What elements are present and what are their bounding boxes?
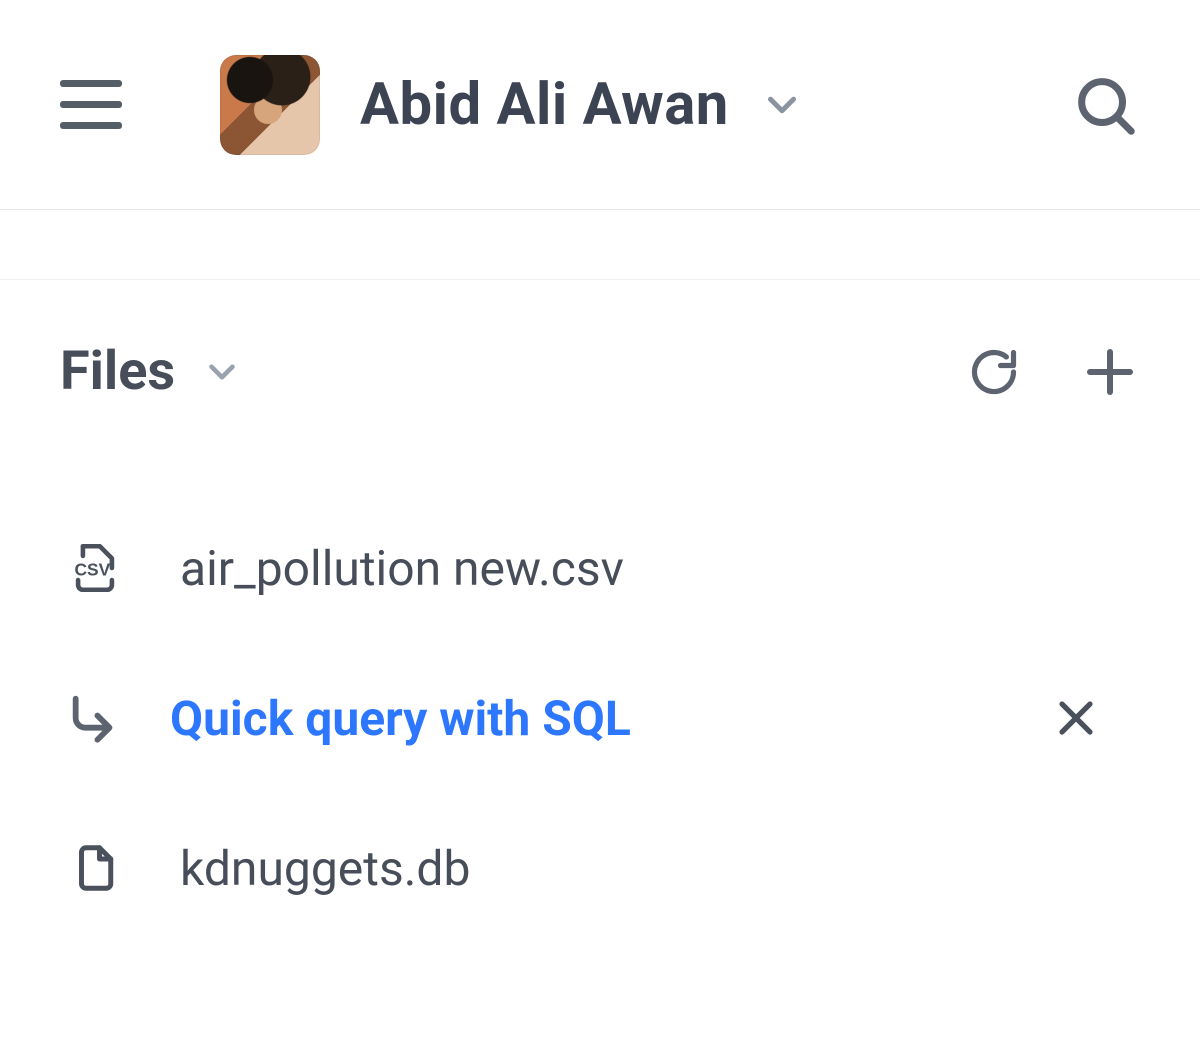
file-name-label: kdnuggets.db [180, 840, 470, 897]
app-header: Abid Ali Awan [0, 0, 1200, 210]
hamburger-menu-button[interactable] [60, 70, 130, 140]
svg-text:CSV: CSV [74, 559, 110, 579]
chevron-down-icon [759, 82, 805, 128]
account-switcher[interactable]: Abid Ali Awan [360, 71, 805, 139]
file-item-quick-query[interactable]: Quick query with SQL [60, 643, 1140, 793]
file-item[interactable]: kdnuggets.db [60, 793, 1140, 943]
files-panel: Files CSV air_polluti [0, 280, 1200, 943]
refresh-button[interactable] [968, 346, 1020, 398]
sub-header-bar [0, 210, 1200, 280]
file-icon [60, 841, 130, 895]
reply-arrow-icon [60, 689, 130, 747]
files-title-label: Files [60, 340, 175, 403]
username-label: Abid Ali Awan [360, 71, 729, 139]
files-panel-header: Files [60, 340, 1140, 403]
add-button[interactable] [1080, 342, 1140, 402]
avatar[interactable] [220, 55, 320, 155]
csv-file-icon: CSV [60, 539, 130, 597]
chevron-down-icon [201, 351, 243, 393]
search-button[interactable] [1070, 70, 1140, 140]
file-name-label: air_pollution new.csv [180, 540, 624, 597]
file-item[interactable]: CSV air_pollution new.csv [60, 493, 1140, 643]
file-name-label: Quick query with SQL [170, 690, 631, 747]
close-button[interactable] [1052, 694, 1140, 742]
files-dropdown[interactable]: Files [60, 340, 243, 403]
